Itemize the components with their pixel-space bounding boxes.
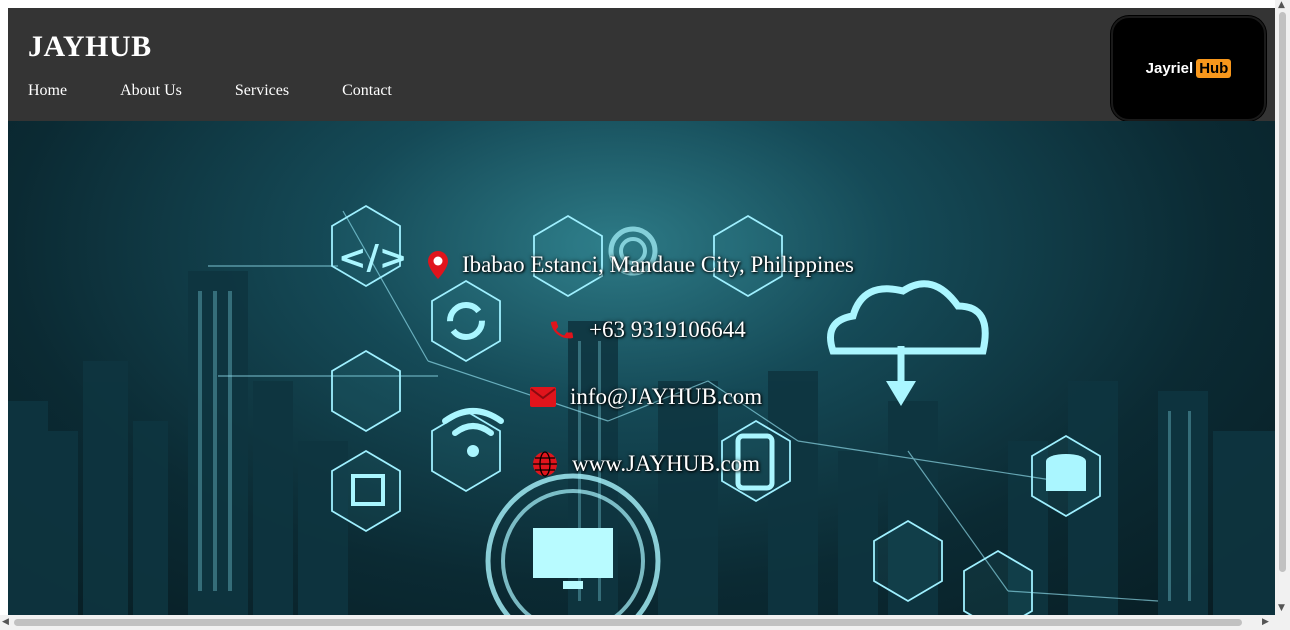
envelope-icon: [530, 387, 556, 407]
phone-row: +63 9319106644: [549, 317, 746, 343]
address-row: Ibabao Estanci, Mandaue City, Philippine…: [428, 251, 854, 279]
email-row: info@JAYHUB.com: [530, 384, 762, 410]
scroll-left-icon[interactable]: ◀: [2, 617, 9, 627]
phone-icon: [550, 321, 574, 339]
nav-link-contact[interactable]: Contact: [342, 82, 392, 100]
nav-link-services[interactable]: Services: [235, 82, 289, 100]
logo-word: Jayriel: [1145, 60, 1194, 77]
phone-text[interactable]: +63 9319106644: [589, 317, 746, 343]
nav-link-home[interactable]: Home: [28, 82, 67, 100]
address-text: Ibabao Estanci, Mandaue City, Philippine…: [462, 252, 854, 277]
main-nav: Home About Us Services Contact: [28, 82, 445, 100]
vertical-scroll-thumb[interactable]: [1279, 12, 1286, 572]
scroll-right-icon[interactable]: ▶: [1262, 617, 1269, 627]
site-header: JAYHUB Home About Us Services Contact Ja…: [8, 8, 1275, 121]
scroll-up-icon[interactable]: ▲: [1278, 0, 1285, 10]
page: JAYHUB Home About Us Services Contact Ja…: [8, 8, 1275, 615]
horizontal-scrollbar[interactable]: ◀ ▶: [0, 615, 1290, 630]
logo-highlight: Hub: [1196, 59, 1232, 78]
map-pin-icon: [428, 251, 448, 279]
horizontal-scroll-thumb[interactable]: [14, 619, 1242, 626]
website-text[interactable]: www.JAYHUB.com: [572, 451, 760, 477]
globe-icon: [533, 451, 557, 477]
website-row: www.JAYHUB.com: [532, 451, 760, 477]
hero-banner: </> Ibabao Estanci, Mandaue City, Philip…: [8, 121, 1275, 615]
brand-title: JAYHUB: [28, 30, 152, 63]
scroll-down-icon[interactable]: ▼: [1278, 603, 1285, 613]
vertical-scrollbar[interactable]: ▲ ▼: [1275, 0, 1290, 615]
contact-info: Ibabao Estanci, Mandaue City, Philippine…: [8, 121, 1275, 615]
logo-badge[interactable]: Jayriel Hub: [1111, 16, 1266, 121]
email-text[interactable]: info@JAYHUB.com: [570, 384, 762, 410]
nav-link-about-us[interactable]: About Us: [120, 82, 182, 100]
